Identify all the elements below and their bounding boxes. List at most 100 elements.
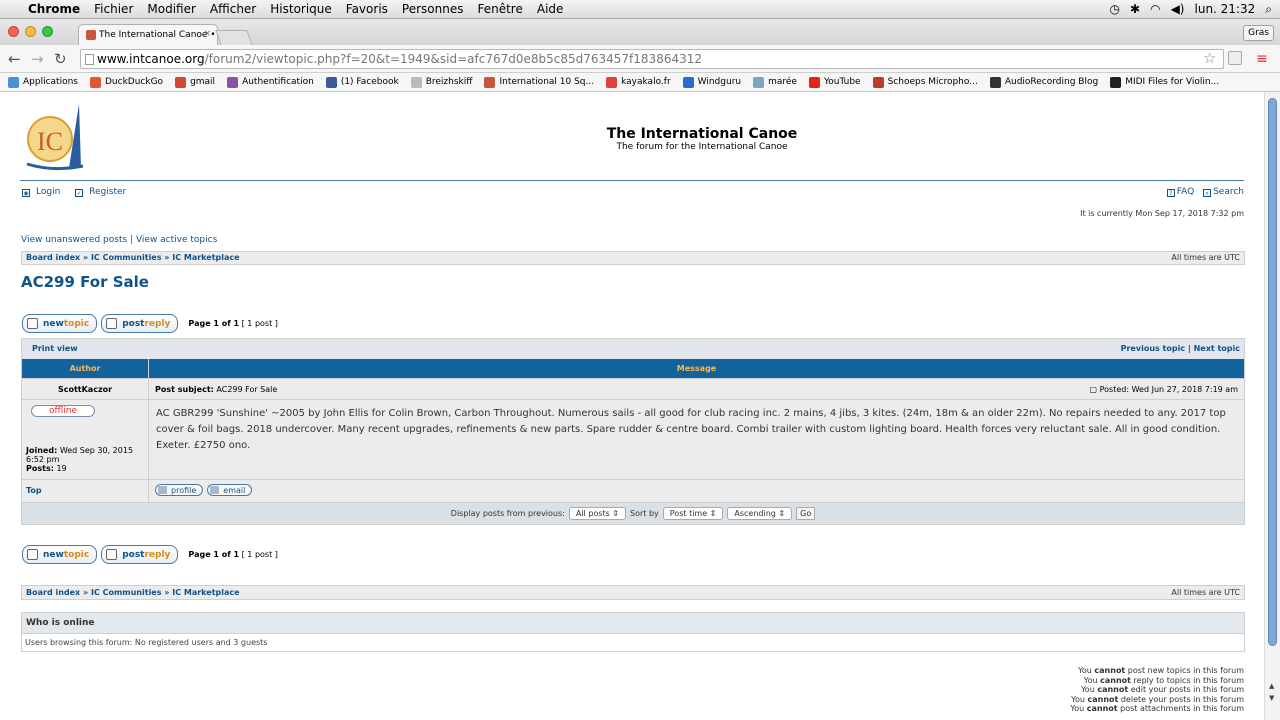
status-badge: offline: [31, 405, 95, 417]
new-tab-button[interactable]: [215, 30, 253, 45]
go-button[interactable]: Go: [796, 507, 816, 520]
new-topic-button[interactable]: new topic: [22, 314, 98, 333]
close-window-button[interactable]: [8, 26, 19, 37]
display-value: All posts: [575, 509, 610, 518]
extension-icon[interactable]: [1228, 51, 1242, 65]
bookmark-item[interactable]: AudioRecording Blog: [989, 76, 1099, 88]
post-author[interactable]: ScottKaczor: [22, 379, 149, 399]
menu-personnes[interactable]: Personnes: [402, 2, 464, 16]
site-title-block: The International Canoe The forum for th…: [20, 123, 1244, 152]
wifi-icon[interactable]: ◠: [1150, 2, 1160, 17]
permission-line: You cannot delete your posts in this for…: [1070, 695, 1244, 705]
address-bar[interactable]: www.intcanoe.org/forum2/viewtopic.php?f=…: [80, 49, 1224, 69]
bookmark-label: YouTube: [823, 77, 861, 87]
page-scrollbar[interactable]: ▲ ▼: [1264, 92, 1280, 720]
scroll-down-icon[interactable]: ▼: [1269, 694, 1274, 702]
bookmark-item[interactable]: gmail: [175, 76, 215, 88]
bookmark-label: AudioRecording Blog: [1004, 77, 1099, 87]
posts-label: Posts:: [26, 464, 54, 473]
bookmark-item[interactable]: YouTube: [808, 76, 861, 88]
browser-tab[interactable]: The International Canoe • ×: [78, 24, 218, 45]
bookmark-favicon-icon: [872, 76, 884, 88]
bookmark-label: Authentification: [242, 77, 314, 87]
bookmark-favicon-icon: [1110, 76, 1122, 88]
post-reply-button-bottom[interactable]: post reply: [101, 545, 179, 564]
page-title[interactable]: AC299 For Sale: [21, 273, 149, 291]
bookmark-favicon-icon: [325, 76, 337, 88]
menu-aide[interactable]: Aide: [537, 2, 564, 16]
sort-value: Post time: [669, 509, 708, 518]
register-link[interactable]: ✓ Register: [75, 187, 132, 197]
menu-historique[interactable]: Historique: [270, 2, 332, 16]
post-icon[interactable]: ▢: [1090, 385, 1098, 394]
permissions-list: You cannot post new topics in this forum…: [1070, 666, 1244, 714]
minimize-window-button[interactable]: [25, 26, 36, 37]
order-select[interactable]: Ascending ⇕: [727, 507, 793, 520]
volume-icon[interactable]: ◀): [1171, 2, 1185, 17]
menu-fenetre[interactable]: Fenêtre: [477, 2, 522, 16]
permission-line: You cannot edit your posts in this forum: [1070, 685, 1244, 695]
active-topics-link[interactable]: View active topics: [136, 235, 217, 245]
breadcrumb-links[interactable]: Board index » IC Communities » IC Market…: [26, 253, 240, 262]
menu-modifier[interactable]: Modifier: [147, 2, 196, 16]
login-link[interactable]: ◉ Login: [22, 187, 66, 197]
bookmark-item[interactable]: International 10 Sq...: [484, 76, 594, 88]
breadcrumb-links[interactable]: Board index » IC Communities » IC Market…: [26, 588, 240, 597]
menu-fichier[interactable]: Fichier: [94, 2, 133, 16]
faq-link[interactable]: ? FAQ: [1166, 187, 1194, 197]
scroll-up-icon[interactable]: ▲: [1269, 682, 1274, 690]
profile-button[interactable]: profile: [155, 484, 204, 496]
close-tab-icon[interactable]: ×: [203, 29, 211, 39]
permission-pre: You: [1078, 666, 1095, 675]
menu-favoris[interactable]: Favoris: [346, 2, 388, 16]
bookmark-item[interactable]: Applications: [8, 76, 78, 88]
clock[interactable]: lun. 21:32: [1195, 2, 1256, 17]
bookmark-item[interactable]: MIDI Files for Violin...: [1110, 76, 1220, 88]
bookmark-item[interactable]: Schoeps Micropho...: [872, 76, 978, 88]
zoom-window-button[interactable]: [42, 26, 53, 37]
new-topic-button-bottom[interactable]: new topic: [22, 545, 98, 564]
unanswered-posts-link[interactable]: View unanswered posts: [21, 235, 127, 245]
display-select[interactable]: All posts ⇕: [568, 507, 627, 520]
permission-line: You cannot post new topics in this forum: [1070, 666, 1244, 676]
bookmark-favicon-icon: [989, 76, 1001, 88]
email-button[interactable]: email: [207, 484, 253, 496]
post-subject-row: ScottKaczor Post subject: AC299 For Sale…: [22, 378, 1244, 399]
bookmark-item[interactable]: (1) Facebook: [325, 76, 399, 88]
reload-icon[interactable]: ↻: [54, 50, 67, 68]
post-count: [ 1 post ]: [241, 319, 278, 328]
app-menu[interactable]: Chrome: [28, 2, 80, 16]
bookmark-item[interactable]: marée: [753, 76, 797, 88]
bookmark-item[interactable]: DuckDuckGo: [89, 76, 163, 88]
author-profile: offline Joined: Wed Sep 30, 2015 6:52 pm…: [22, 400, 149, 479]
bookmark-item[interactable]: Breizhskiff: [410, 76, 472, 88]
scrollbar-thumb[interactable]: [1268, 98, 1277, 646]
bluetooth-icon[interactable]: ✱: [1130, 2, 1140, 17]
chrome-menu-icon[interactable]: ≡: [1256, 51, 1268, 67]
bookmark-item[interactable]: Authentification: [227, 76, 314, 88]
forward-icon[interactable]: →: [31, 50, 44, 68]
search-link[interactable]: ⌕ Search: [1203, 187, 1244, 197]
permission-pre: You: [1071, 694, 1088, 704]
tab-title: The International Canoe •: [99, 30, 216, 40]
permission-pre: You: [1083, 675, 1101, 685]
profile-button[interactable]: Gras: [1243, 25, 1274, 41]
bookmark-favicon-icon: [175, 76, 187, 88]
bookmark-label: MIDI Files for Violin...: [1125, 77, 1220, 87]
spotlight-icon[interactable]: ⌕: [1265, 2, 1272, 17]
permission-pre: You: [1080, 685, 1098, 694]
menu-afficher[interactable]: Afficher: [210, 2, 256, 16]
prev-next-links[interactable]: Previous topic | Next topic: [1121, 344, 1240, 353]
sort-select[interactable]: Post time ⇕: [662, 507, 724, 520]
who-is-online-text: Users browsing this forum: No registered…: [22, 633, 1244, 651]
top-link[interactable]: Top: [22, 480, 149, 502]
breadcrumb: Board index » IC Communities » IC Market…: [21, 251, 1245, 265]
time-machine-icon[interactable]: ◷: [1110, 2, 1120, 17]
bookmark-item[interactable]: kayakalo.fr: [606, 76, 671, 88]
print-view-link[interactable]: Print view: [32, 344, 78, 353]
bookmark-star-icon[interactable]: ☆: [1203, 49, 1216, 67]
bookmark-item[interactable]: Windguru: [682, 76, 741, 88]
permission-post: reply to topics in this forum: [1130, 675, 1244, 685]
post-reply-button[interactable]: post reply: [101, 314, 179, 333]
back-icon[interactable]: ←: [8, 50, 21, 68]
